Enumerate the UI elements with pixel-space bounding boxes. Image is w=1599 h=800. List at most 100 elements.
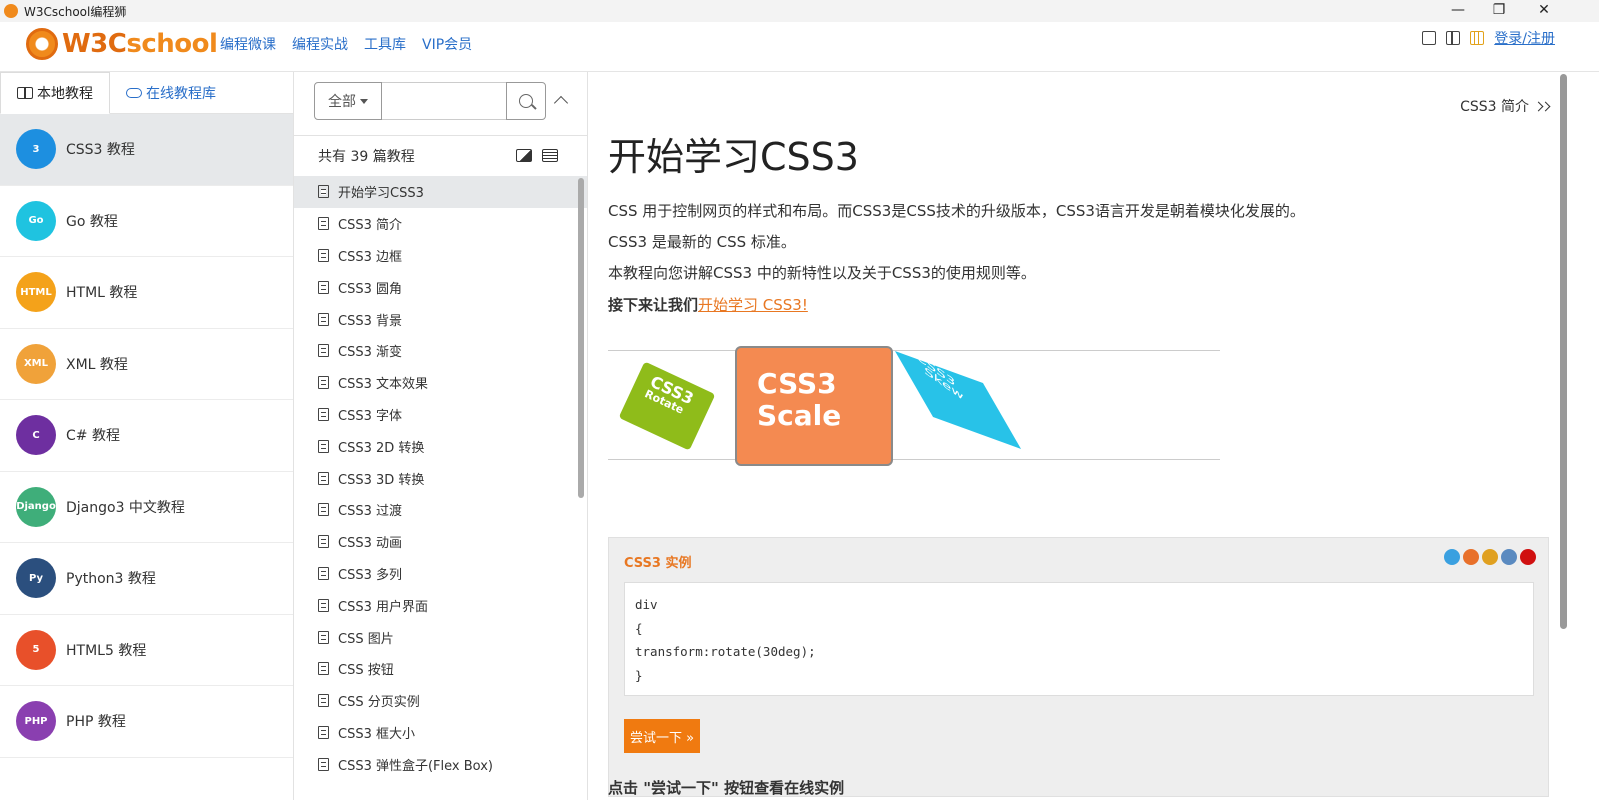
ie-icon bbox=[1444, 549, 1460, 565]
next-page-link[interactable]: CSS3 简介 bbox=[1460, 96, 1551, 116]
lesson-label: CSS3 字体 bbox=[338, 408, 402, 424]
after-example-text: 点击 "尝试一下" 按钮查看在线实例 bbox=[608, 779, 845, 797]
lesson-item[interactable]: CSS3 多列 bbox=[294, 558, 587, 590]
course-item[interactable]: Py Python3 教程 bbox=[0, 543, 293, 615]
login-register-link[interactable]: 登录/注册 bbox=[1494, 28, 1555, 48]
header-actions: 登录/注册 bbox=[1422, 28, 1555, 48]
lesson-item[interactable]: CSS3 2D 转换 bbox=[294, 430, 587, 462]
tab-online-library[interactable]: 在线教程库 bbox=[110, 72, 232, 114]
category-select-value: 全部 bbox=[328, 94, 356, 110]
lesson-label: CSS3 简介 bbox=[338, 218, 402, 234]
lesson-label: CSS 图片 bbox=[338, 631, 394, 647]
lesson-item[interactable]: CSS 图片 bbox=[294, 621, 587, 653]
lesson-item[interactable]: CSS3 3D 转换 bbox=[294, 462, 587, 494]
lesson-label: 开始学习CSS3 bbox=[338, 186, 424, 202]
code-line: } bbox=[635, 667, 643, 683]
course-item[interactable]: XML XML 教程 bbox=[0, 329, 293, 400]
window-title: W3Cschool编程狮 bbox=[24, 5, 127, 19]
lesson-item[interactable]: CSS3 框大小 bbox=[294, 717, 587, 749]
document-icon bbox=[318, 757, 329, 771]
lesson-label: CSS3 渐变 bbox=[338, 345, 402, 361]
document-icon bbox=[318, 280, 329, 294]
course-item[interactable]: Django Django3 中文教程 bbox=[0, 472, 293, 543]
start-learning-link[interactable]: 开始学习 CSS3! bbox=[698, 296, 808, 314]
search-bar: 全部 bbox=[314, 82, 546, 120]
article-content: CSS3 简介 开始学习CSS3 CSS 用于控制网页的样式和布局。而CSS3是… bbox=[589, 72, 1599, 800]
tab-local-tutorials[interactable]: 本地教程 bbox=[0, 72, 110, 114]
lesson-label: CSS3 边框 bbox=[338, 249, 402, 265]
close-button[interactable]: ✕ bbox=[1521, 0, 1567, 22]
lesson-item[interactable]: CSS3 渐变 bbox=[294, 335, 587, 367]
course-item[interactable]: HTML HTML 教程 bbox=[0, 257, 293, 329]
lesson-label: CSS3 多列 bbox=[338, 567, 402, 583]
lesson-label: CSS3 3D 转换 bbox=[338, 472, 425, 488]
search-button[interactable] bbox=[506, 82, 546, 120]
lesson-item[interactable]: CSS3 字体 bbox=[294, 399, 587, 431]
document-icon bbox=[318, 471, 329, 485]
lesson-item[interactable]: CSS3 文本效果 bbox=[294, 367, 587, 399]
cloud-icon bbox=[126, 88, 142, 98]
course-item[interactable]: Go Go 教程 bbox=[0, 186, 293, 257]
course-item[interactable]: 3 CSS3 教程 bbox=[0, 114, 293, 186]
course-item[interactable]: 5 HTML5 教程 bbox=[0, 615, 293, 686]
nav-practice[interactable]: 编程实战 bbox=[292, 34, 348, 54]
lesson-item[interactable]: CSS3 圆角 bbox=[294, 271, 587, 303]
css3-demo-banner: CSS3 Rotate CSS3 Scale CSS3 Skew bbox=[608, 346, 1220, 466]
document-icon bbox=[318, 662, 329, 676]
python-icon: Py bbox=[16, 558, 56, 599]
safari-icon bbox=[1501, 549, 1517, 565]
list-view-icon[interactable] bbox=[542, 149, 558, 162]
single-panel-icon[interactable] bbox=[1422, 31, 1437, 45]
image-view-icon[interactable] bbox=[516, 149, 532, 162]
rotate-demo: CSS3 Rotate bbox=[618, 361, 716, 451]
php-icon: PHP bbox=[16, 701, 56, 742]
minimize-button[interactable]: — bbox=[1435, 0, 1481, 22]
lesson-item[interactable]: CSS3 弹性盒子(Flex Box) bbox=[294, 748, 587, 780]
lesson-item[interactable]: CSS3 过渡 bbox=[294, 494, 587, 526]
lesson-item[interactable]: CSS3 用户界面 bbox=[294, 589, 587, 621]
lesson-label: CSS3 文本效果 bbox=[338, 377, 428, 393]
chevron-up-icon[interactable] bbox=[553, 95, 569, 111]
course-item[interactable]: PHP PHP 教程 bbox=[0, 686, 293, 758]
lesson-label: CSS3 背景 bbox=[338, 313, 402, 329]
nav-vip[interactable]: VIP会员 bbox=[422, 34, 472, 54]
document-icon bbox=[318, 503, 329, 517]
try-it-button[interactable]: 尝试一下 » bbox=[624, 719, 701, 753]
lesson-item[interactable]: CSS3 背景 bbox=[294, 303, 587, 335]
browser-support-icons bbox=[1444, 549, 1536, 565]
course-item[interactable]: C C# 教程 bbox=[0, 400, 293, 472]
search-input[interactable] bbox=[382, 82, 506, 120]
document-icon bbox=[318, 630, 329, 644]
lesson-item[interactable]: CSS3 动画 bbox=[294, 526, 587, 558]
course-label: CSS3 教程 bbox=[66, 142, 135, 159]
html5-icon: 5 bbox=[16, 629, 56, 670]
lesson-label: CSS 分页实例 bbox=[338, 695, 420, 711]
logo-icon bbox=[26, 28, 58, 60]
lesson-item[interactable]: CSS3 边框 bbox=[294, 240, 587, 272]
category-select[interactable]: 全部 bbox=[314, 82, 382, 120]
maximize-button[interactable]: ❐ bbox=[1476, 0, 1522, 22]
nav-micro-course[interactable]: 编程微课 bbox=[220, 34, 276, 54]
django-icon: Django bbox=[16, 486, 56, 527]
course-label: Go 教程 bbox=[66, 213, 118, 230]
book-icon bbox=[17, 87, 33, 99]
lesson-item[interactable]: CSS 分页实例 bbox=[294, 685, 587, 717]
opera-icon bbox=[1520, 549, 1536, 565]
content-scrollbar[interactable] bbox=[1560, 74, 1567, 629]
lesson-count-row: 共有 39 篇教程 bbox=[294, 135, 587, 175]
columns-panel-icon[interactable] bbox=[1470, 31, 1485, 45]
intro-paragraph-1: CSS 用于控制网页的样式和布局。而CSS3是CSS技术的升级版本，CSS3语言… bbox=[608, 202, 1305, 220]
lesson-list-scrollbar[interactable] bbox=[578, 178, 584, 498]
split-panel-icon[interactable] bbox=[1446, 31, 1461, 45]
code-line: transform:rotate(30deg); bbox=[635, 644, 816, 659]
nav-tools[interactable]: 工具库 bbox=[364, 34, 406, 54]
lesson-item[interactable]: CSS 按钮 bbox=[294, 653, 587, 685]
lesson-item[interactable]: 开始学习CSS3 bbox=[294, 176, 587, 208]
lesson-item[interactable]: CSS3 简介 bbox=[294, 208, 587, 240]
intro-paragraph-4: 接下来让我们开始学习 CSS3! bbox=[608, 294, 808, 315]
document-icon bbox=[318, 407, 329, 421]
lesson-label: CSS3 弹性盒子(Flex Box) bbox=[338, 758, 493, 774]
skew-demo: CSS3 Skew bbox=[894, 350, 1022, 450]
lesson-count: 共有 39 篇教程 bbox=[318, 148, 415, 165]
logo[interactable]: W3Cschool bbox=[26, 26, 218, 62]
